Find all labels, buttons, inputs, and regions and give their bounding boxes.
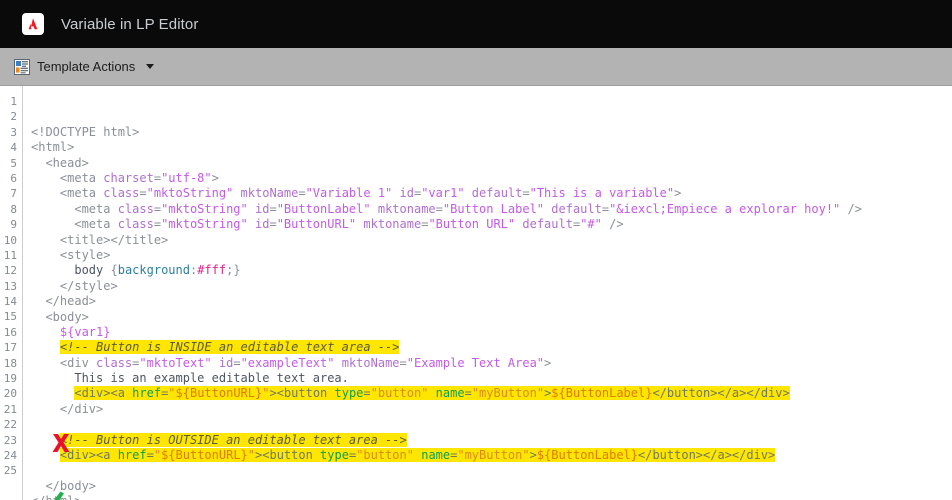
code-line[interactable]: <head> <box>31 156 952 171</box>
code-line[interactable]: <body> <box>31 310 952 325</box>
line-number: 24 <box>3 448 17 462</box>
code-line[interactable]: body {background:#fff;} <box>31 263 952 278</box>
code-line[interactable]: ${var1} <box>31 325 952 340</box>
code-content[interactable]: <!DOCTYPE html> <html> <head> <meta chars… <box>23 86 952 500</box>
line-number-list: 1 2 3 4 5 6 7 8 9 10 11 12 13 14 15 16 17 18 19 20 21 22 23 24 2… <box>0 86 22 479</box>
line-number: 14 <box>3 295 17 309</box>
line-number: 23 <box>3 433 17 447</box>
line-number: 1 <box>10 95 17 108</box>
line-number: 5 <box>10 156 17 170</box>
editor-toolbar: Template Actions <box>0 48 952 86</box>
line-number: 22 <box>3 418 17 432</box>
code-line[interactable]: </div> <box>31 402 952 417</box>
line-number: 13 <box>3 279 17 293</box>
line-number: 21 <box>3 402 17 416</box>
line-number: 16 <box>3 325 17 339</box>
line-number: 18 <box>3 356 17 370</box>
line-number: 7 <box>10 187 17 201</box>
code-line[interactable]: </html> <box>31 494 952 500</box>
code-line[interactable]: <div><a href="${ButtonURL}"><button type… <box>31 386 952 401</box>
code-line-list[interactable]: <!DOCTYPE html> <html> <head> <meta chars… <box>31 117 952 500</box>
highlighted-code: <!-- Button is OUTSIDE an editable text … <box>59 432 407 447</box>
line-number: 8 <box>10 202 17 216</box>
template-actions-menu[interactable]: Template Actions <box>14 58 155 75</box>
line-number: 2 <box>10 110 17 124</box>
window-title: Variable in LP Editor <box>61 15 199 33</box>
code-line[interactable]: <!-- Button is INSIDE an editable text a… <box>31 340 952 355</box>
line-number: 17 <box>3 341 17 355</box>
line-number: 12 <box>3 264 17 278</box>
template-actions-label: Template Actions <box>37 59 136 74</box>
window-titlebar: Variable in LP Editor <box>0 0 952 48</box>
line-number: 19 <box>3 372 17 386</box>
code-line[interactable]: This is an example editable text area. <box>31 371 952 386</box>
code-line[interactable]: <meta charset="utf-8"> <box>31 171 952 186</box>
template-actions-icon <box>14 58 30 75</box>
line-number: 4 <box>10 141 17 155</box>
code-line[interactable]: <title></title> <box>31 233 952 248</box>
code-editor[interactable]: 1 2 3 4 5 6 7 8 9 10 11 12 13 14 15 16 17 18 19 20 21 22 23 24 2… <box>0 86 952 500</box>
code-line[interactable]: <!DOCTYPE html> <box>31 125 952 140</box>
code-line[interactable]: <meta class="mktoString" id="ButtonURL" … <box>31 217 952 232</box>
caret-down-icon[interactable] <box>146 64 155 69</box>
line-number: 20 <box>3 387 17 401</box>
line-number: 6 <box>10 171 17 185</box>
highlighted-code: <div><a href="${ButtonURL}"><button type… <box>74 386 790 401</box>
line-number: 15 <box>3 310 17 324</box>
code-line[interactable] <box>31 463 952 478</box>
adobe-a-logo-icon <box>22 13 44 35</box>
code-line[interactable]: <style> <box>31 248 952 263</box>
code-line[interactable]: <div class="mktoText" id="exampleText" m… <box>31 356 952 371</box>
code-line[interactable]: <div><a href="${ButtonURL}"><button type… <box>31 448 952 463</box>
line-number-gutter: 1 2 3 4 5 6 7 8 9 10 11 12 13 14 15 16 17 18 19 20 21 22 23 24 2… <box>0 86 23 500</box>
code-line[interactable]: </head> <box>31 294 952 309</box>
line-number: 9 <box>10 218 17 232</box>
code-line[interactable]: <meta class="mktoString" mktoName="Varia… <box>31 186 952 201</box>
code-line[interactable]: </style> <box>31 279 952 294</box>
line-number: 3 <box>10 125 17 139</box>
code-line[interactable]: <html> <box>31 140 952 155</box>
line-number: 25 <box>3 464 17 478</box>
highlighted-code: <div><a href="${ButtonURL}"><button type… <box>59 448 776 463</box>
code-line[interactable]: <meta class="mktoString" id="ButtonLabel… <box>31 202 952 217</box>
line-number: 10 <box>3 233 17 247</box>
code-line[interactable]: <!-- Button is OUTSIDE an editable text … <box>31 432 952 448</box>
highlighted-code: <!-- Button is INSIDE an editable text a… <box>59 340 400 355</box>
code-line[interactable] <box>31 417 952 432</box>
code-line[interactable]: </body> <box>31 479 952 494</box>
line-number: 11 <box>3 248 17 262</box>
